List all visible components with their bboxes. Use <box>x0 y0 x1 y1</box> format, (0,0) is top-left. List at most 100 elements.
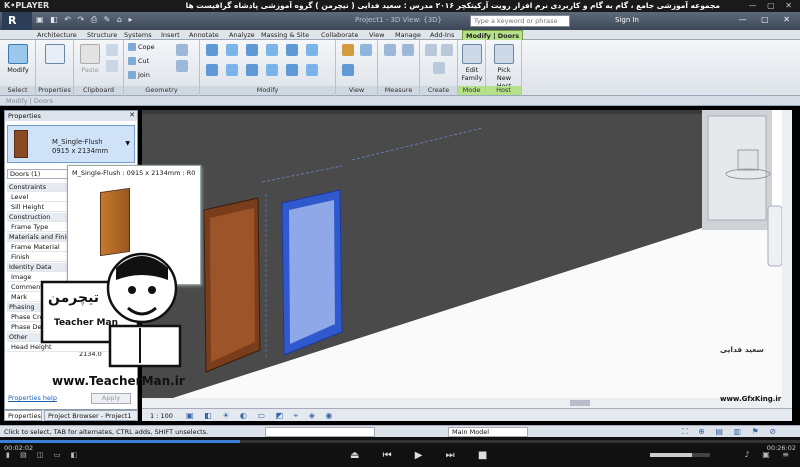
split-face-icon[interactable] <box>176 60 188 72</box>
view-scale[interactable]: 1 : 100 <box>150 412 173 420</box>
close-icon[interactable]: ✕ <box>129 111 135 119</box>
cut-geometry-button[interactable]: Cut <box>128 57 149 67</box>
tab-view[interactable]: View <box>366 30 387 40</box>
player-logo: K•PLAYER <box>4 1 50 10</box>
measure-icon[interactable] <box>384 44 396 56</box>
view-control-bar: 1 : 100 ▣ ◧ ☀ ◐ ▭ ◩ ⌖ ◈ ◉ <box>142 408 792 421</box>
array-icon[interactable] <box>286 64 298 76</box>
rotate-icon[interactable] <box>246 64 258 76</box>
offset-icon[interactable] <box>226 44 238 56</box>
linework-icon[interactable] <box>360 44 372 56</box>
player-right-icons[interactable]: ♪ ▣ ≡ <box>745 450 794 459</box>
properties-help-link[interactable]: Properties help <box>8 394 57 402</box>
volume-slider[interactable] <box>650 453 710 457</box>
tab-systems[interactable]: Systems <box>121 30 155 40</box>
move-icon[interactable] <box>206 64 218 76</box>
tab-annotate[interactable]: Annotate <box>186 30 222 40</box>
tab-project-browser[interactable]: Project Browser - Project1 <box>44 410 138 421</box>
workset-selector[interactable] <box>265 427 375 437</box>
video-title: مجموعه آموزشی جامع ، گام به گام و کاربرد… <box>185 1 720 10</box>
pin-icon[interactable] <box>306 64 318 76</box>
player-left-icons[interactable]: ▮ ▤ ◫ ▭ ◧ <box>6 451 81 459</box>
ribbon: Modify Select Properties Paste Clipboard… <box>0 40 800 96</box>
tab-architecture[interactable]: Architecture <box>34 30 80 40</box>
seek-bar-fill <box>0 440 240 443</box>
3d-scene[interactable] <box>142 110 792 408</box>
chevron-down-icon[interactable]: ▼ <box>125 140 130 147</box>
tab-structure[interactable]: Structure <box>84 30 120 40</box>
panel-host: Pick New Host Host <box>486 40 522 96</box>
tab-manage[interactable]: Manage <box>392 30 424 40</box>
properties-button[interactable] <box>42 42 68 82</box>
navigation-bar[interactable] <box>767 205 783 267</box>
panel-label-modify: Modify <box>200 86 335 95</box>
tab-massing-site[interactable]: Massing & Site <box>258 30 312 40</box>
paste-label: Paste <box>81 66 99 74</box>
edit-family-button[interactable]: Edit Family <box>459 42 485 82</box>
panel-label-clipboard: Clipboard <box>74 86 123 95</box>
tab-properties[interactable]: Properties <box>4 410 42 421</box>
view-control-icons[interactable]: ▣ ◧ ☀ ◐ ▭ ◩ ⌖ ◈ ◉ <box>186 411 336 421</box>
modify-button[interactable]: Modify <box>5 42 31 82</box>
panel-label-host: Host <box>486 86 521 95</box>
search-input[interactable]: Type a keyword or phrase <box>470 15 570 27</box>
model-selector[interactable]: Main Model <box>448 427 528 437</box>
status-text: Click to select, TAB for alternates, CTR… <box>4 428 209 436</box>
panel-measure: Measure <box>378 40 420 96</box>
split-icon[interactable] <box>286 44 298 56</box>
teacherman-url: www.TeacherMan.ir <box>52 374 185 388</box>
cut-geometry-icon <box>128 57 136 65</box>
tab-analyze[interactable]: Analyze <box>226 30 258 40</box>
clipboard-icon <box>80 44 100 64</box>
gfxking-url: www.GfxKing.ir <box>720 395 782 403</box>
type-selector[interactable]: M_Single-Flush 0915 x 2134mm ▼ <box>7 125 135 163</box>
create-assembly-icon[interactable] <box>425 44 437 56</box>
mirror-axis-icon[interactable] <box>246 44 258 56</box>
join-label: Join <box>138 71 150 79</box>
cut-label: Cut <box>138 57 150 65</box>
trim-icon[interactable] <box>266 64 278 76</box>
panel-clipboard: Paste Clipboard <box>74 40 124 96</box>
align-icon[interactable] <box>206 44 218 56</box>
tab-collaborate[interactable]: Collaborate <box>318 30 361 40</box>
wall-joins-icon[interactable] <box>176 44 188 56</box>
properties-header: Properties ✕ <box>5 111 137 121</box>
selection-filter-icons[interactable]: ⛶ ⊕ ▤ ▥ ⚑ ⊘ <box>682 427 780 437</box>
horizontal-scrollbar-thumb[interactable] <box>570 400 590 406</box>
create-parts-icon[interactable] <box>433 62 445 74</box>
scale-icon[interactable] <box>306 44 318 56</box>
sign-in-button[interactable]: Sign In <box>615 16 639 24</box>
properties-palette-icon <box>45 44 65 64</box>
cut-icon[interactable] <box>106 60 118 72</box>
tab-add-ins[interactable]: Add-Ins <box>427 30 457 40</box>
tab-insert[interactable]: Insert <box>158 30 183 40</box>
player-title-bar: K•PLAYER مجموعه آموزشی جامع ، گام به گام… <box>0 0 800 12</box>
mirror-draw-icon[interactable] <box>266 44 278 56</box>
player-controls: 00:02:02 00:26:02 ▮ ▤ ◫ ▭ ◧ ⏏ ⏮ ▶ ⏭ ■ ♪ … <box>0 437 800 467</box>
viewcube[interactable] <box>737 149 759 171</box>
copy-element-icon[interactable] <box>226 64 238 76</box>
override-graphics-icon[interactable] <box>342 64 354 76</box>
panel-label-create: Create <box>420 86 457 95</box>
playback-buttons[interactable]: ⏏ ⏮ ▶ ⏭ ■ <box>350 450 497 461</box>
cope-label: Cope <box>138 43 155 51</box>
player-window-controls[interactable]: — ▢ ✕ <box>749 1 796 10</box>
copy-icon[interactable] <box>106 44 118 56</box>
create-group-icon[interactable] <box>441 44 453 56</box>
pick-new-host-button[interactable]: Pick New Host <box>491 42 517 90</box>
panel-label-select: Select <box>0 86 35 95</box>
join-button[interactable]: Join <box>128 71 150 81</box>
apply-button[interactable]: Apply <box>91 393 131 404</box>
seek-bar[interactable] <box>0 440 800 443</box>
revit-window-controls[interactable]: — ▢ ✕ <box>739 15 796 24</box>
application-menu-button[interactable]: R <box>2 12 32 30</box>
paste-button[interactable]: Paste <box>77 42 103 82</box>
3d-viewport[interactable] <box>142 110 792 408</box>
panel-label-geometry: Geometry <box>124 86 199 95</box>
tab-modify-doors[interactable]: Modify | Doors <box>462 30 524 40</box>
dimension-icon[interactable] <box>402 44 414 56</box>
hide-element-icon[interactable] <box>342 44 354 56</box>
volume-fill <box>650 453 692 457</box>
cope-button[interactable]: Cope <box>128 43 155 53</box>
quick-access-toolbar[interactable]: ▣ ◧ ↶ ↷ ⎙ ✎ ⌂ ▸ <box>36 15 135 25</box>
